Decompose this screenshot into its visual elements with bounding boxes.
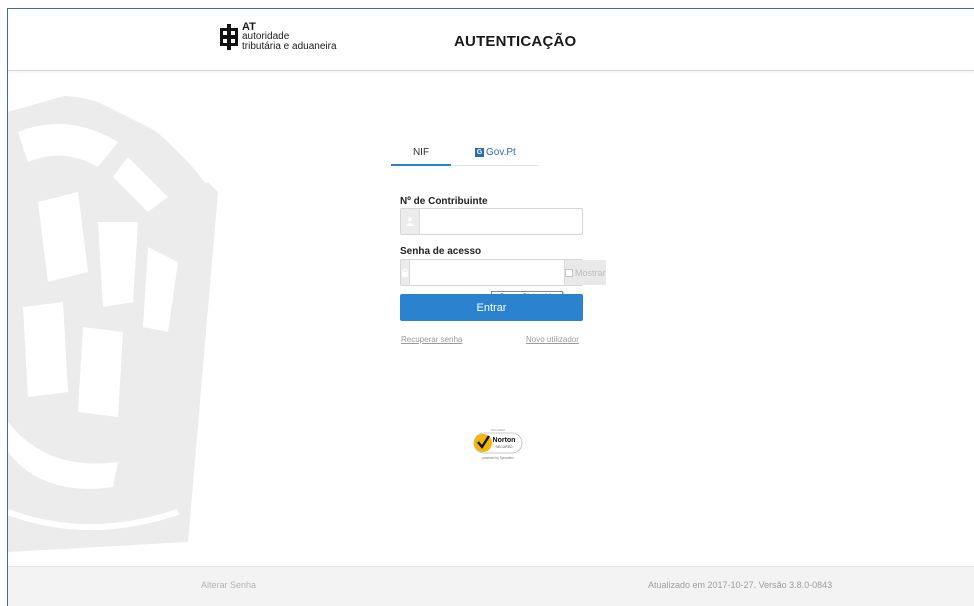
recover-password-link[interactable]: Recuperar senha [401, 335, 462, 344]
user-icon [401, 209, 420, 234]
tab-nif-label: NIF [412, 147, 430, 158]
new-user-link[interactable]: Novo utilizador [526, 335, 579, 344]
tab-gov-pt-label: Gov.Pt [486, 147, 516, 158]
page-title: AUTENTICAÇÃO [454, 33, 577, 50]
logo-line3: tributária e aduaneira [242, 41, 337, 52]
seal-brand-text: Norton [493, 437, 516, 444]
at-emblem-icon [220, 24, 238, 50]
nif-field-group [400, 208, 583, 235]
change-password-link[interactable]: Alterar Senha [201, 580, 256, 590]
seal-top-text: SECURED [491, 428, 507, 432]
login-tabs: NIF G Gov.Pt [391, 139, 539, 166]
browser-viewport: AT autoridade tributária e aduaneira AUT… [7, 8, 974, 606]
entrar-button[interactable]: Entrar [400, 294, 583, 321]
password-label: Senha de acesso [400, 246, 482, 257]
background-emblem [8, 89, 218, 552]
version-info: Atualizado em 2017-10-27. Versão 3.8.0-0… [648, 580, 833, 590]
password-field-group: Mostrar [400, 259, 606, 286]
gov-pt-icon: G [475, 148, 484, 157]
password-input[interactable] [410, 260, 564, 285]
tab-gov-pt[interactable]: G Gov.Pt [475, 147, 535, 158]
header: AT autoridade tributária e aduaneira AUT… [8, 9, 974, 71]
seal-sub-text: SECURED [495, 445, 513, 449]
norton-seal-icon: SECURED Norton SECURED powered by Symant… [473, 428, 523, 460]
show-password-toggle[interactable]: Mostrar [564, 260, 606, 285]
show-password-label: Mostrar [575, 267, 606, 278]
seal-powered-text: powered by Symantec [482, 456, 514, 460]
norton-secured-seal[interactable]: SECURED Norton SECURED powered by Symant… [470, 427, 526, 467]
lock-icon [401, 260, 410, 285]
logo-text: AT autoridade tributária e aduaneira [242, 22, 337, 52]
nif-input[interactable] [420, 209, 582, 234]
footer: Alterar Senha Atualizado em 2017-10-27. … [8, 566, 974, 606]
at-logo[interactable]: AT autoridade tributária e aduaneira [220, 22, 337, 52]
nif-label: Nº de Contribuinte [400, 196, 488, 207]
tab-nif[interactable]: NIF [391, 147, 451, 166]
show-password-checkbox[interactable] [565, 268, 573, 277]
